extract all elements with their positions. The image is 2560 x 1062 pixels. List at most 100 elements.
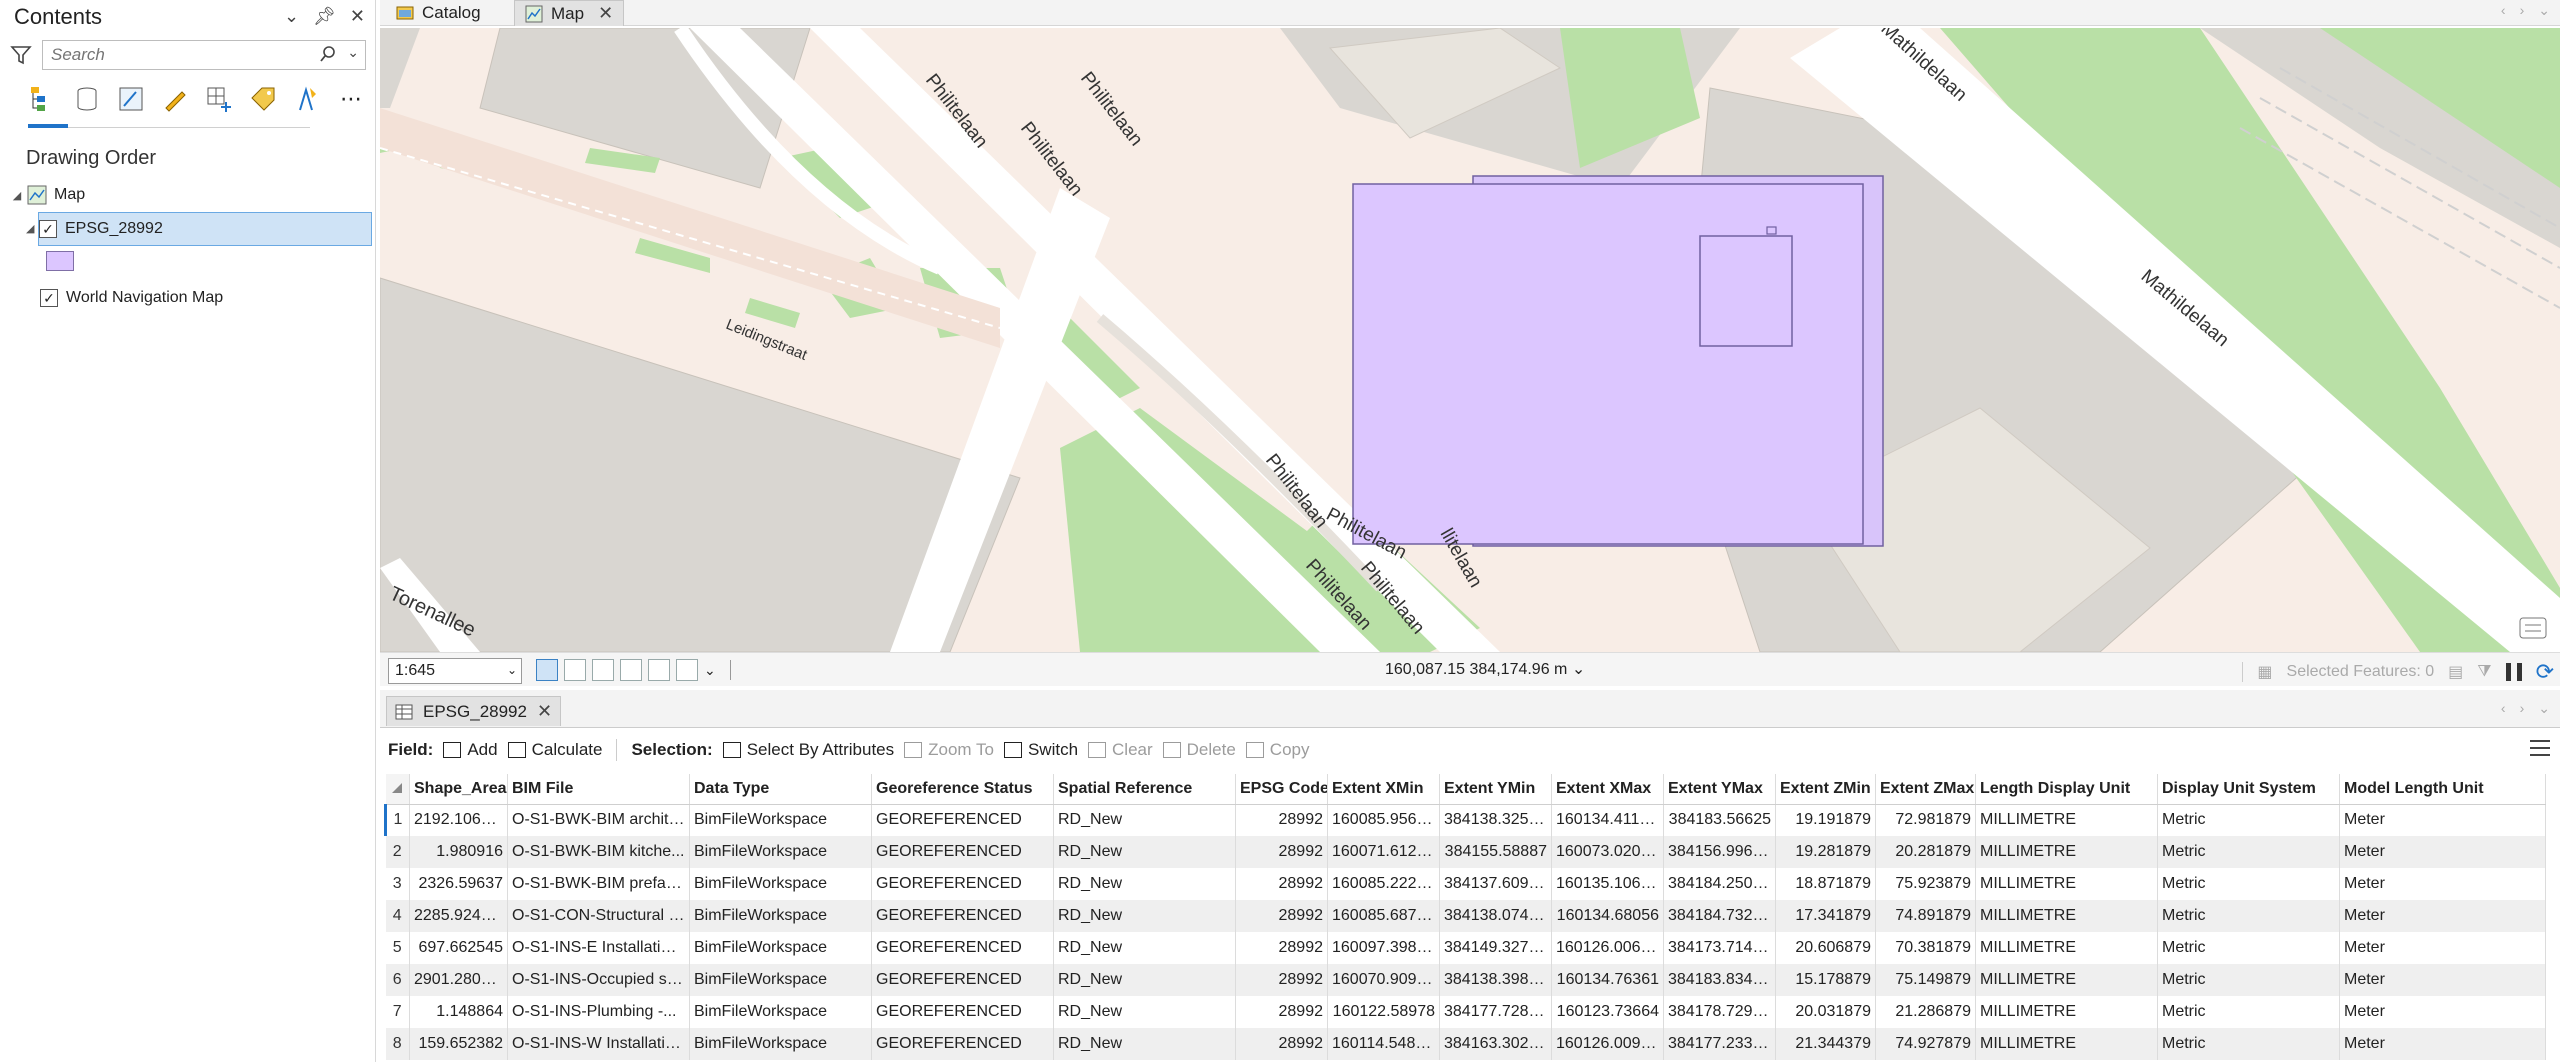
table-cell[interactable]: Metric [2157, 804, 2340, 836]
table-cell[interactable]: 75.923879 [1875, 868, 1976, 900]
table-cell[interactable]: 384178.729937 [1663, 996, 1776, 1028]
table-cell[interactable]: 28992 [1235, 836, 1328, 868]
table-cell[interactable]: 160134.76361 [1551, 964, 1664, 996]
clear-selection-button[interactable]: Clear [1088, 740, 1153, 760]
table-cell[interactable]: GEOREFERENCED [871, 804, 1054, 836]
search-box[interactable]: ⌄ [42, 40, 366, 70]
table-cell[interactable]: MILLIMETRE [1975, 868, 2158, 900]
table-cell[interactable]: 75.149879 [1875, 964, 1976, 996]
table-cell[interactable]: 159.652382 [409, 1028, 508, 1060]
table-row[interactable]: 6 2901.280291 O-S1-INS-Occupied sp... BimFi… [385, 964, 2546, 996]
list-by-source-icon[interactable] [72, 84, 102, 114]
select-by-attributes-button[interactable]: Select By Attributes [722, 740, 894, 760]
table-cell[interactable]: 1.980916 [409, 836, 508, 868]
table-cell[interactable]: 160126.009217 [1551, 1028, 1664, 1060]
table-cell[interactable]: Meter [2339, 836, 2546, 868]
table-cell[interactable]: 74.927879 [1875, 1028, 1976, 1060]
table-cell[interactable]: 2326.59637 [409, 868, 508, 900]
table-cell[interactable]: Meter [2339, 964, 2546, 996]
table-cell[interactable]: O-S1-INS-W Installatie... [507, 1028, 690, 1060]
more-options-icon[interactable]: ⋯ [336, 84, 366, 114]
sync-view-icon[interactable] [676, 659, 698, 681]
table-cell[interactable]: BimFileWorkspace [689, 868, 872, 900]
pin-icon[interactable]: 📌︎ [313, 6, 336, 27]
table-cell[interactable]: Meter [2339, 868, 2546, 900]
close-tab-icon[interactable]: ✕ [598, 3, 613, 24]
table-cell[interactable]: 28992 [1235, 996, 1328, 1028]
table-cell[interactable]: 18.871879 [1775, 868, 1876, 900]
table-row[interactable]: 8 159.652382 O-S1-INS-W Installatie... BimF… [385, 1028, 2546, 1060]
tab-list-dropdown-icon[interactable]: ⌄ [2538, 700, 2550, 717]
table-cell[interactable]: 2901.280291 [409, 964, 508, 996]
table-cell[interactable]: Metric [2157, 868, 2340, 900]
table-row[interactable]: 5 697.662545 O-S1-INS-E Installatie.ifc Bim… [385, 932, 2546, 964]
table-cell[interactable]: 21.286879 [1875, 996, 1976, 1028]
chevron-down-icon[interactable]: ⌄ [1572, 661, 1585, 678]
tree-item-epsg-28992[interactable]: ✓ EPSG_28992 [38, 212, 372, 246]
list-by-editing-icon[interactable] [160, 84, 190, 114]
table-cell[interactable]: MILLIMETRE [1975, 836, 2158, 868]
close-icon[interactable]: ✕ [350, 6, 365, 27]
column-header[interactable]: Shape_Area [409, 774, 508, 805]
table-cell[interactable]: O-S1-INS-Plumbing -... [507, 996, 690, 1028]
table-cell[interactable]: GEOREFERENCED [871, 1028, 1054, 1060]
feature-polygon[interactable] [1352, 183, 1864, 545]
table-row[interactable]: 2 1.980916 O-S1-BWK-BIM kitche... BimFileWo… [385, 836, 2546, 868]
table-cell[interactable]: 160070.909055 [1327, 964, 1440, 996]
chevron-down-icon[interactable]: ⌄ [284, 6, 299, 27]
table-cell[interactable]: BimFileWorkspace [689, 836, 872, 868]
table-cell[interactable]: 70.381879 [1875, 932, 1976, 964]
list-by-snapping-icon[interactable] [204, 84, 234, 114]
table-cell[interactable]: 20.606879 [1775, 932, 1876, 964]
table-cell[interactable]: 384163.302965 [1439, 1028, 1552, 1060]
table-cell[interactable]: BimFileWorkspace [689, 900, 872, 932]
table-cell[interactable]: 160135.106408 [1551, 868, 1664, 900]
chevron-down-icon[interactable]: ⌄ [704, 662, 716, 679]
table-cell[interactable]: 384155.58887 [1439, 836, 1552, 868]
table-cell[interactable]: Meter [2339, 1028, 2546, 1060]
table-cell[interactable]: 28992 [1235, 804, 1328, 836]
table-cell[interactable]: 384183.834247 [1663, 964, 1776, 996]
tree-item-map[interactable]: ◢ Map [10, 178, 370, 212]
table-cell[interactable]: RD_New [1053, 804, 1236, 836]
table-cell[interactable]: 160134.411209 [1551, 804, 1664, 836]
table-cell[interactable]: GEOREFERENCED [871, 900, 1054, 932]
column-header[interactable]: EPSG Code [1235, 774, 1328, 805]
table-cell[interactable]: 17.341879 [1775, 900, 1876, 932]
table-cell[interactable]: 384156.996335 [1663, 836, 1776, 868]
table-cell[interactable]: BimFileWorkspace [689, 1028, 872, 1060]
table-cell[interactable]: RD_New [1053, 836, 1236, 868]
table-cell[interactable]: O-S1-BWK-BIM archite... [507, 804, 690, 836]
table-cell[interactable]: Meter [2339, 900, 2546, 932]
table-cell[interactable]: MILLIMETRE [1975, 804, 2158, 836]
map-canvas[interactable]: Philitelaan Philitelaan Philitelaan Phil… [380, 28, 2560, 652]
scroll-right-icon[interactable]: › [2520, 2, 2525, 19]
column-header[interactable]: Extent XMin [1327, 774, 1440, 805]
table-cell[interactable]: 384138.398351 [1439, 964, 1552, 996]
table-cell[interactable]: 19.191879 [1775, 804, 1876, 836]
table-cell[interactable]: RD_New [1053, 932, 1236, 964]
tab-list-dropdown-icon[interactable]: ⌄ [2538, 2, 2550, 19]
table-cell[interactable]: 384138.325724 [1439, 804, 1552, 836]
table-cell[interactable]: 384149.327378 [1439, 932, 1552, 964]
table-cell[interactable]: 2192.106129 [409, 804, 508, 836]
table-cell[interactable]: 72.981879 [1875, 804, 1976, 836]
table-cell[interactable]: 160126.006294 [1551, 932, 1664, 964]
table-cell[interactable]: 160122.58978 [1327, 996, 1440, 1028]
table-cell[interactable]: 384183.56625 [1663, 804, 1776, 836]
pause-drawing-icon[interactable] [2505, 663, 2522, 681]
column-header[interactable]: Model Length Unit [2339, 774, 2546, 805]
search-icon[interactable] [319, 45, 337, 63]
table-cell[interactable]: MILLIMETRE [1975, 900, 2158, 932]
column-header[interactable]: BIM File [507, 774, 690, 805]
table-cell[interactable]: 1.148864 [409, 996, 508, 1028]
table-cell[interactable]: 160071.612787 [1327, 836, 1440, 868]
table-cell[interactable]: MILLIMETRE [1975, 1028, 2158, 1060]
table-cell[interactable]: 160073.020252 [1551, 836, 1664, 868]
table-cell[interactable]: O-S1-BWK-BIM kitche... [507, 836, 690, 868]
table-cell[interactable]: 20.281879 [1875, 836, 1976, 868]
row-number[interactable]: 6 [385, 964, 410, 996]
scale-selector[interactable]: 1:645 ⌄ [388, 658, 522, 684]
search-dropdown-icon[interactable]: ⌄ [347, 44, 359, 61]
scroll-left-icon[interactable]: ‹ [2501, 2, 2506, 19]
